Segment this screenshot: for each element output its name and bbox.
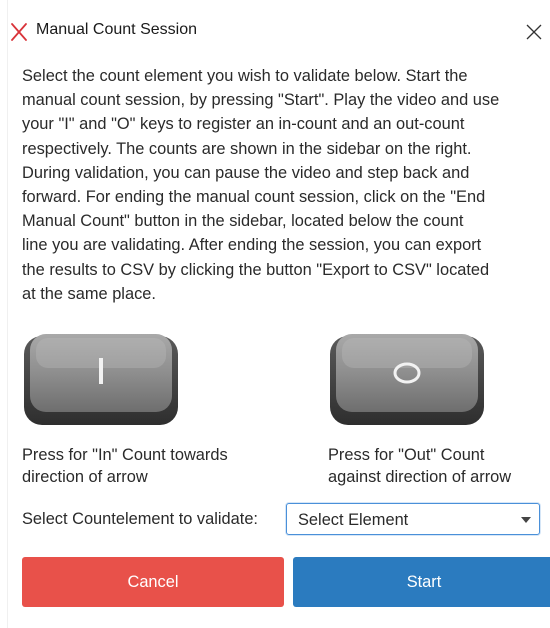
count-element-label: Select Countelement to validate: xyxy=(22,510,258,528)
dialog-title: Manual Count Session xyxy=(36,21,197,38)
start-button[interactable]: Start xyxy=(293,557,550,607)
instructions-text: Select the count element you wish to val… xyxy=(22,67,500,303)
manual-count-dialog: Manual Count Session Select the count el… xyxy=(8,10,550,628)
background-edge xyxy=(0,0,8,628)
in-key-description: Press for "In" Count towards direction o… xyxy=(22,446,228,486)
page: aussch Manual Count Session Select the c… xyxy=(0,0,550,628)
close-icon[interactable] xyxy=(524,22,544,42)
cancel-button[interactable]: Cancel xyxy=(22,557,284,607)
i-key-icon xyxy=(24,334,178,425)
o-key-icon xyxy=(330,334,484,425)
out-key-description: Press for "Out" Count against direction … xyxy=(328,446,512,486)
title-bar: Manual Count Session xyxy=(8,10,550,54)
select-value: Select Element xyxy=(298,511,409,529)
x-logo-icon xyxy=(11,23,27,41)
chevron-down-icon xyxy=(521,517,531,523)
count-element-select[interactable]: Select Element xyxy=(286,503,540,535)
